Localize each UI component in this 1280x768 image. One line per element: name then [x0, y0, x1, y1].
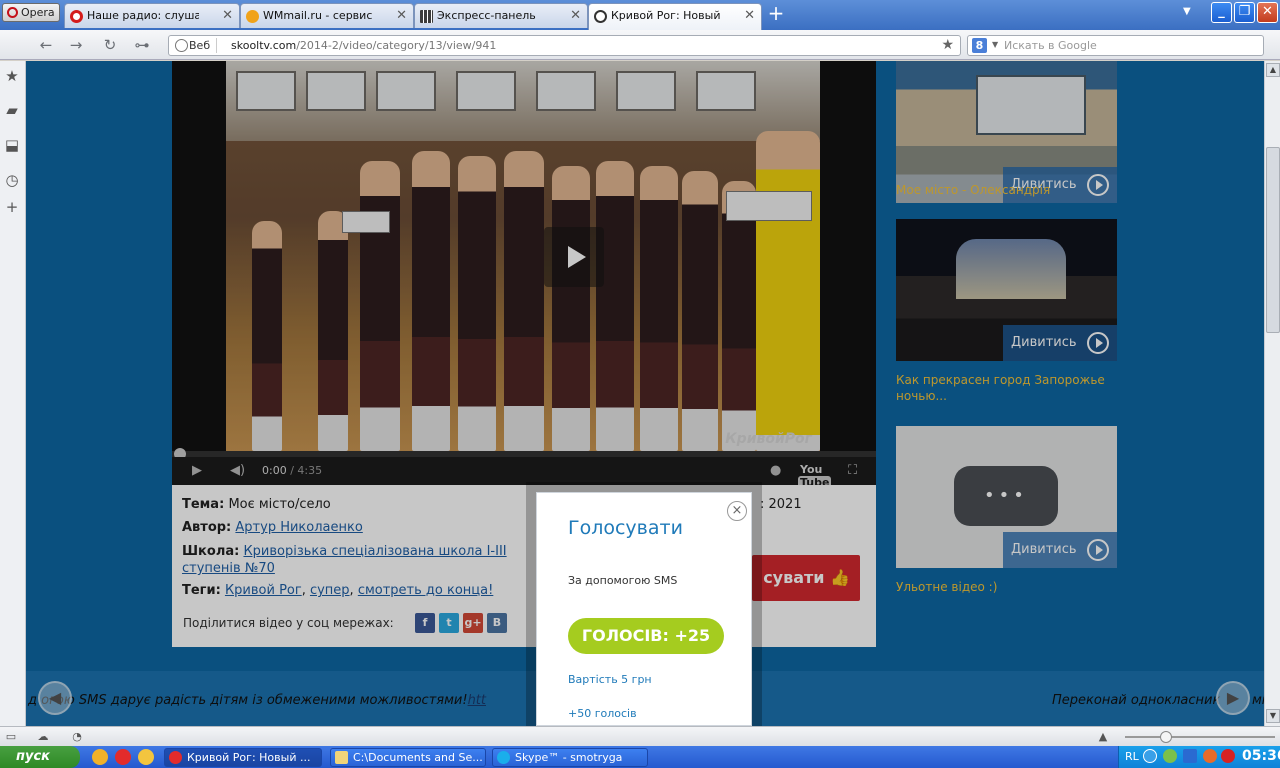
tab-wmmail[interactable]: WMmail.ru - сервис поч... ✕ [240, 3, 414, 28]
url-text: skooltv.com/2014-2/video/category/13/vie… [231, 39, 496, 52]
quicklaunch-firefox-icon[interactable] [92, 749, 108, 765]
taskbar: пуск Кривой Рог: Новый ... C:\Documents … [0, 746, 1280, 768]
tab-label: WMmail.ru - сервис поч... [263, 9, 373, 22]
wmmail-favicon-icon [246, 10, 259, 23]
opera-menu-label: Opera [21, 6, 55, 19]
votes-button[interactable]: ГОЛОСІВ: +25 [568, 618, 724, 654]
tab-label: Кривой Рог: Новый взг... [611, 9, 721, 22]
tray-network-icon[interactable] [1163, 749, 1177, 763]
vote-modal: Голосувати × За допомогою SMS ГОЛОСІВ: +… [536, 492, 752, 726]
tab-radio[interactable]: Наше радио: слушать ... ✕ [64, 3, 240, 28]
turbo-cloud-icon[interactable]: ☁ [36, 730, 50, 744]
modal-close-icon[interactable]: × [727, 501, 747, 521]
bookmark-star-icon[interactable]: ★ [941, 37, 954, 53]
modal-title: Голосувати [568, 517, 683, 539]
url-domain: skooltv.com [231, 39, 297, 52]
taskbar-button-label: Skype™ - smotryga [515, 751, 623, 764]
address-toolbar: ← → ↻ ⊶ Веб skooltv.com/2014-2/video/cat… [0, 30, 1280, 60]
taskbar-button-skype[interactable]: Skype™ - smotryga [492, 748, 648, 767]
skype-icon [497, 751, 510, 764]
radio-favicon-icon [70, 10, 83, 23]
tab-menu-chevron-icon[interactable]: ▼ [1183, 6, 1191, 17]
sms-label: За допомогою SMS [568, 574, 678, 587]
key-icon[interactable]: ⊶ [132, 36, 152, 54]
opera-logo-icon [7, 7, 18, 18]
add-panel-plus-icon[interactable]: + [3, 198, 21, 216]
folder-icon [335, 751, 348, 764]
search-field[interactable]: 8 ▼ Искать в Google [967, 35, 1264, 56]
reload-icon[interactable]: ↻ [100, 36, 120, 54]
scroll-up-icon[interactable]: ▲ [1266, 63, 1280, 77]
scroll-thumb[interactable] [1266, 147, 1280, 333]
plus-votes-option[interactable]: +50 голосів [568, 707, 637, 720]
system-tray: RL 05:36 [1118, 746, 1280, 768]
zoom-slider-knob[interactable] [1160, 731, 1172, 743]
url-path: /2014-2/video/category/13/view/941 [296, 39, 497, 52]
tab-speed-dial[interactable]: Экспресс-панель ✕ [414, 3, 588, 28]
window-close-button[interactable]: ✕ [1257, 2, 1278, 23]
window-minimize-button[interactable]: _ [1211, 2, 1232, 23]
taskbar-button-label: C:\Documents and Se... [353, 751, 483, 764]
tab-close-icon[interactable]: ✕ [744, 4, 755, 28]
panel-toggle-icon[interactable]: ▭ [4, 730, 18, 744]
skooltv-favicon-icon [594, 10, 607, 23]
tab-label: Наше радио: слушать ... [87, 9, 199, 22]
taskbar-button-opera[interactable]: Кривой Рог: Новый ... [164, 748, 322, 767]
tab-close-icon[interactable]: ✕ [222, 4, 233, 28]
vertical-scrollbar[interactable]: ▲ ▼ [1264, 61, 1280, 726]
downloads-icon[interactable]: ⬓ [3, 136, 21, 154]
screen: Opera Наше радио: слушать ... ✕ WMmail.r… [0, 0, 1280, 768]
language-indicator[interactable]: RL [1125, 750, 1139, 763]
window-maximize-button[interactable]: ❐ [1234, 2, 1255, 23]
tray-monitor-icon[interactable] [1183, 749, 1197, 763]
web-badge[interactable]: Веб [173, 38, 218, 53]
scroll-down-icon[interactable]: ▼ [1266, 709, 1280, 723]
tab-label: Экспресс-панель [437, 9, 536, 22]
bookmarks-star-icon[interactable]: ★ [3, 67, 21, 85]
taskbar-button-explorer[interactable]: C:\Documents and Se... [330, 748, 486, 767]
quicklaunch-opera-icon[interactable] [115, 749, 131, 765]
quicklaunch-winamp-icon[interactable] [138, 749, 154, 765]
history-clock-icon[interactable]: ◷ [3, 171, 21, 189]
search-engine-chevron-icon[interactable]: ▼ [992, 40, 998, 49]
tab-bar: Opera Наше радио: слушать ... ✕ WMmail.r… [0, 0, 1280, 30]
tray-chevron-icon[interactable] [1143, 749, 1157, 763]
new-tab-plus-icon[interactable]: + [766, 3, 786, 24]
status-bar: ▭ ☁ ◔ ▲ [0, 726, 1280, 746]
address-field[interactable]: Веб skooltv.com/2014-2/video/category/13… [168, 35, 961, 56]
notes-icon[interactable]: ▰ [3, 101, 21, 119]
clock[interactable]: 05:36 [1242, 748, 1280, 764]
start-button[interactable]: пуск [0, 746, 80, 768]
tab-kryvyi-rih[interactable]: Кривой Рог: Новый взг... ✕ [588, 3, 762, 30]
tab-close-icon[interactable]: ✕ [396, 4, 407, 28]
taskbar-button-label: Кривой Рог: Новый ... [187, 751, 311, 764]
price-option[interactable]: Вартість 5 грн [568, 673, 652, 686]
forward-arrow-icon[interactable]: → [66, 36, 86, 54]
search-engine-icon[interactable]: 8 [972, 38, 987, 53]
zoom-slider[interactable] [1125, 736, 1275, 738]
zoom-up-icon[interactable]: ▲ [1096, 730, 1110, 744]
tab-close-icon[interactable]: ✕ [570, 4, 581, 28]
side-panel: ★ ▰ ⬓ ◷ + [0, 61, 26, 726]
back-arrow-icon[interactable]: ← [36, 36, 56, 54]
opera-app-icon [169, 751, 182, 764]
search-placeholder: Искать в Google [1004, 39, 1097, 52]
opera-menu-button[interactable]: Opera [2, 3, 60, 22]
tray-opera-icon[interactable] [1221, 749, 1235, 763]
speed-icon[interactable]: ◔ [70, 730, 84, 744]
tray-app-icon[interactable] [1203, 749, 1217, 763]
speed-dial-grid-icon [420, 10, 433, 23]
